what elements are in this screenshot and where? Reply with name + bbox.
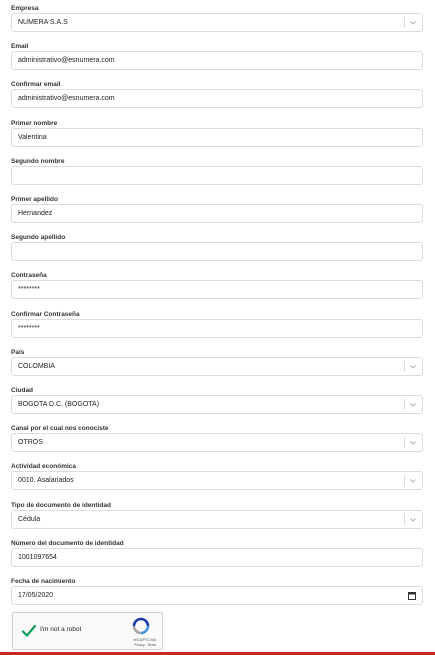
recaptcha-terms-link[interactable]: Privacy - Terms [134, 643, 156, 647]
primer-apellido-value: Hernandez [18, 210, 53, 217]
select-divider [404, 437, 405, 449]
confirm-email-input[interactable]: administrativo@esnumera.com [11, 89, 423, 109]
actividad-select[interactable]: 0010. Asalariados [11, 471, 423, 491]
registration-form: Empresa NUMERA S.A.S Email administrativo@e… [0, 0, 435, 655]
tipo-documento-label: Tipo de documento de identidad [11, 501, 111, 509]
chevron-down-icon[interactable] [408, 17, 418, 28]
numero-documento-input[interactable]: 1001097654 [11, 547, 423, 567]
recaptcha-widget[interactable]: I'm not a robot reCAPTCHA Privacy - Term… [12, 612, 163, 650]
recaptcha-brand: reCAPTCHA [133, 637, 156, 642]
primer-nombre-label: Primer nombre [11, 119, 58, 127]
empresa-label: Empresa [11, 5, 39, 12]
pais-label: País [11, 348, 25, 356]
contrasena-input[interactable]: ******** [11, 280, 423, 300]
actividad-value: 0010. Asalariados [18, 477, 74, 485]
contrasena-value: ******** [18, 286, 40, 294]
empresa-value: NUMERA S.A.S [18, 19, 68, 26]
fecha-nacimiento-label: Fecha de nacimiento [11, 578, 76, 585]
ciudad-label: Ciudad [11, 387, 34, 394]
empresa-select[interactable]: NUMERA S.A.S [11, 13, 423, 32]
confirm-contrasena-value: ******** [18, 324, 40, 332]
confirm-email-label: Confirmar email [11, 81, 61, 89]
primer-nombre-value: Valentina [18, 133, 47, 141]
segundo-nombre-label: Segundo nombre [11, 157, 65, 165]
pais-value: COLOMBIA [18, 362, 55, 370]
actividad-label: Actividad económica [11, 463, 77, 471]
segundo-apellido-label: Segundo apellido [11, 234, 66, 242]
email-label: Email [11, 43, 29, 51]
tipo-documento-select[interactable]: Cédula [11, 509, 423, 529]
select-divider [404, 513, 405, 525]
recaptcha-logo-icon [132, 617, 150, 635]
chevron-down-icon[interactable] [408, 399, 418, 410]
pais-select[interactable]: COLOMBIA [11, 356, 423, 376]
select-divider [404, 475, 405, 487]
chevron-down-icon[interactable] [408, 514, 418, 525]
ciudad-value: BOGOTA D.C. (BOGOTA) [18, 401, 100, 408]
contrasena-label: Contraseña [11, 272, 47, 280]
primer-nombre-input[interactable]: Valentina [11, 127, 423, 147]
chevron-down-icon[interactable] [408, 437, 418, 448]
fecha-nacimiento-input[interactable]: 17/05/2020 [11, 586, 423, 605]
fecha-nacimiento-value: 17/05/2020 [18, 592, 54, 599]
calendar-icon[interactable] [407, 590, 417, 601]
chevron-down-icon[interactable] [408, 475, 418, 486]
email-input[interactable]: administrativo@esnumera.com [11, 51, 423, 71]
numero-documento-label: Número del documento de identidad [11, 539, 124, 547]
canal-label: Canal por el cual nos conociste [11, 425, 109, 433]
checkmark-icon[interactable] [21, 623, 37, 639]
email-value: administrativo@esnumera.com [18, 57, 115, 65]
primer-apellido-label: Primer apellido [11, 196, 58, 203]
canal-value: OTROS [18, 439, 43, 447]
select-divider [404, 17, 405, 28]
captcha-label: I'm not a robot [40, 626, 82, 633]
ciudad-select[interactable]: BOGOTA D.C. (BOGOTA) [11, 395, 423, 414]
confirm-email-value: administrativo@esnumera.com [18, 95, 115, 103]
canal-select[interactable]: OTROS [11, 433, 423, 453]
primer-apellido-input[interactable]: Hernandez [11, 204, 423, 223]
tipo-documento-value: Cédula [18, 515, 41, 523]
segundo-apellido-input[interactable] [11, 242, 423, 262]
select-divider [404, 360, 405, 372]
numero-documento-value: 1001097654 [18, 553, 57, 561]
select-divider [404, 399, 405, 410]
chevron-down-icon[interactable] [408, 361, 418, 372]
segundo-nombre-input[interactable] [11, 165, 423, 185]
confirm-contrasena-input[interactable]: ******** [11, 318, 423, 338]
confirm-contrasena-label: Confirmar Contraseña [11, 310, 80, 318]
